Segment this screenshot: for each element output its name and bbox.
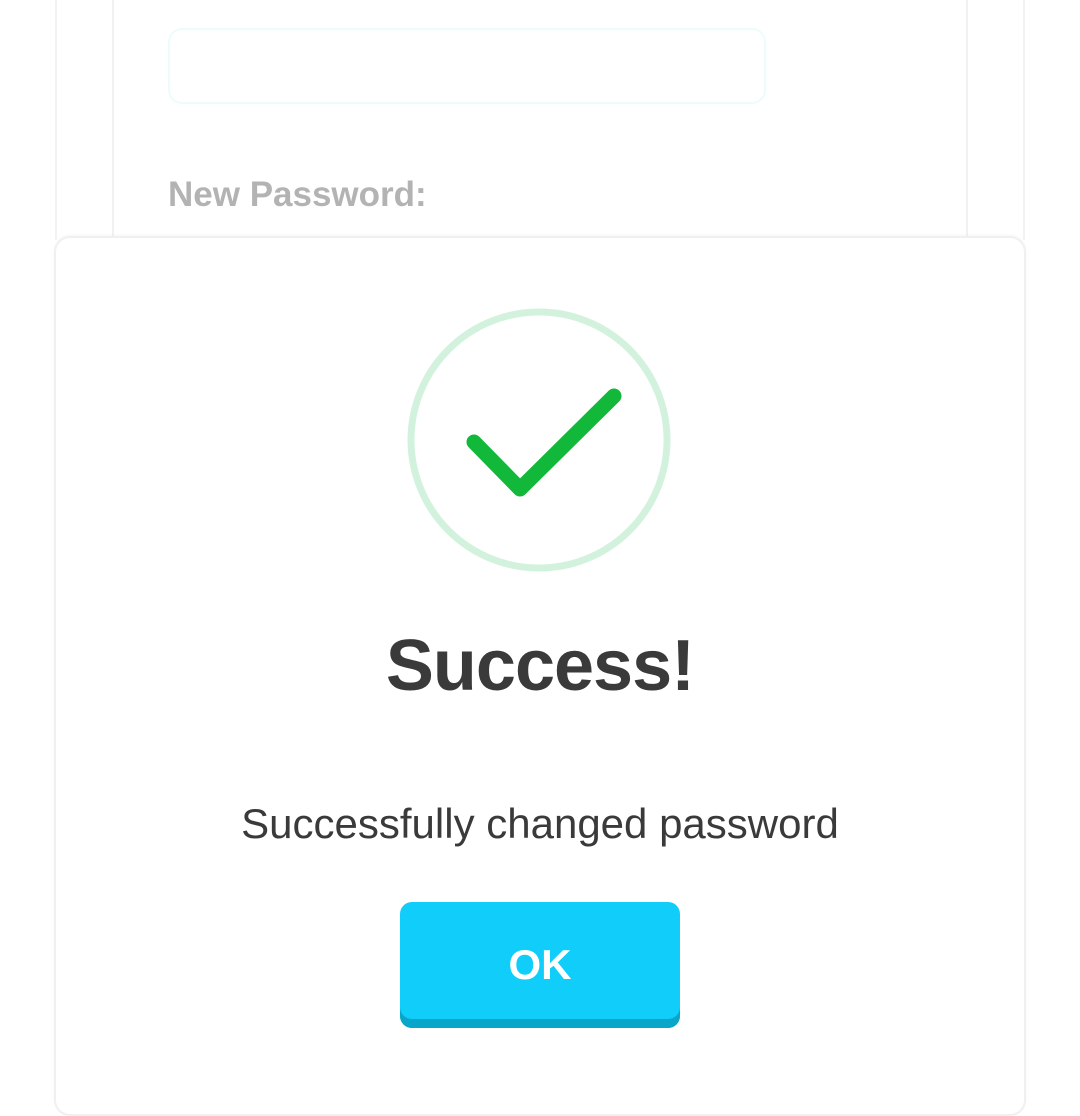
ok-button[interactable]: OK (400, 902, 680, 1028)
dialog-title: Success! (385, 626, 695, 706)
new-password-label: New Password: (168, 175, 427, 214)
page-border-left (55, 0, 57, 240)
checkmark-circle-icon (407, 308, 671, 572)
dialog-message: Successfully changed password (241, 800, 839, 847)
current-password-field[interactable] (168, 28, 766, 104)
page-border-right (1023, 0, 1025, 240)
